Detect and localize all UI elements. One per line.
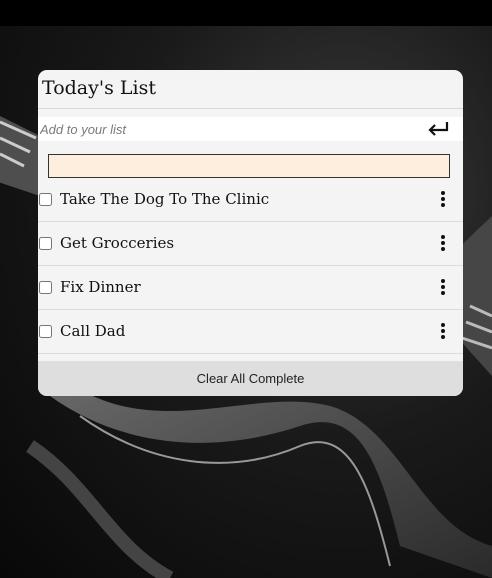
add-item-input[interactable] [40,117,410,141]
todo-card: Today's List Take The Dog To The Clinic … [38,70,463,396]
clear-all-complete-button[interactable]: Clear All Complete [38,361,463,396]
edit-item-field[interactable] [48,154,450,178]
todo-list: Take The Dog To The Clinic Get Groccerie… [38,178,463,354]
item-label: Fix Dinner [60,278,141,296]
vertical-ellipsis-icon[interactable] [437,279,449,297]
item-label: Take The Dog To The Clinic [60,190,270,208]
list-item: Fix Dinner [38,266,463,310]
item-checkbox[interactable] [39,281,52,294]
vertical-ellipsis-icon[interactable] [437,191,449,209]
enter-return-icon[interactable] [427,120,451,138]
list-item: Take The Dog To The Clinic [38,178,463,222]
title-divider [38,108,463,109]
item-label: Call Dad [60,322,126,340]
item-checkbox[interactable] [39,325,52,338]
vertical-ellipsis-icon[interactable] [437,323,449,341]
item-label: Get Grocceries [60,234,175,252]
add-item-row [38,117,463,141]
item-checkbox[interactable] [39,193,52,206]
browser-top-bar [0,0,492,26]
item-checkbox[interactable] [39,237,52,250]
list-title: Today's List [42,77,156,99]
vertical-ellipsis-icon[interactable] [437,235,449,253]
list-item: Call Dad [38,310,463,354]
list-item: Get Grocceries [38,222,463,266]
